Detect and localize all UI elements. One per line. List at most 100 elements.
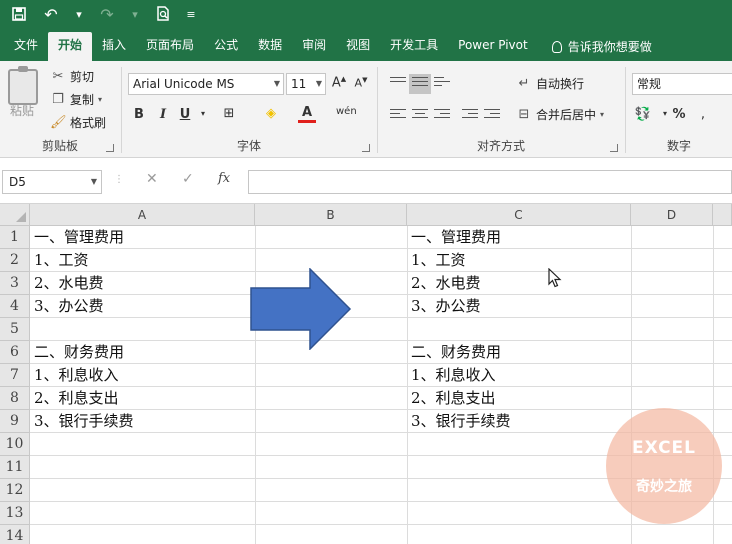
row-header[interactable]: 12 <box>0 479 30 502</box>
row-header[interactable]: 4 <box>0 295 30 318</box>
row-header[interactable]: 13 <box>0 502 30 525</box>
tab-data[interactable]: 数据 <box>248 32 292 61</box>
italic-button[interactable]: I <box>154 107 172 122</box>
row-header[interactable]: 11 <box>0 456 30 479</box>
row-header[interactable]: 10 <box>0 433 30 456</box>
row-header[interactable]: 6 <box>0 341 30 364</box>
select-all-button[interactable] <box>0 204 30 226</box>
paste-icon[interactable] <box>8 66 38 105</box>
column-header-e[interactable] <box>713 204 732 226</box>
cell-column-a[interactable]: 2、水电费 <box>30 272 255 295</box>
cell-column-a[interactable]: 一、管理费用 <box>30 226 255 249</box>
increase-font-icon[interactable]: A▲ <box>330 75 348 90</box>
redo-dropdown-icon[interactable]: ▾ <box>128 7 142 23</box>
row-header[interactable]: 14 <box>0 525 30 544</box>
row-header[interactable]: 8 <box>0 387 30 410</box>
enter-icon[interactable]: ✓ <box>182 171 194 187</box>
column-header-b[interactable]: B <box>255 204 407 226</box>
accounting-format-icon[interactable]: 💱 <box>634 107 652 122</box>
column-header-a[interactable]: A <box>30 204 255 226</box>
cell-column-c[interactable]: 一、管理费用 <box>407 226 631 249</box>
align-center-icon[interactable] <box>412 109 428 123</box>
paste-button[interactable]: 粘贴 <box>10 102 34 119</box>
fill-color-icon[interactable]: ◈ <box>262 106 280 121</box>
alignment-launcher-icon[interactable] <box>610 144 618 152</box>
align-left-icon[interactable] <box>390 109 406 123</box>
cell-column-a[interactable] <box>30 318 255 341</box>
row-header[interactable]: 7 <box>0 364 30 387</box>
bold-button[interactable]: B <box>130 107 148 122</box>
percent-button[interactable]: % <box>670 107 688 122</box>
font-launcher-icon[interactable] <box>362 144 370 152</box>
insert-function-icon[interactable]: fx <box>218 171 230 186</box>
align-middle-icon[interactable] <box>409 74 431 94</box>
row-header[interactable]: 9 <box>0 410 30 433</box>
ribbon-home: 粘贴 ✂ 剪切 ❐ 复制 ▾ 🖌 格式刷 剪贴板 Arial Unicode M… <box>0 61 732 158</box>
tab-formulas[interactable]: 公式 <box>204 32 248 61</box>
undo-dropdown-icon[interactable]: ▾ <box>72 7 86 23</box>
more-dots-icon: ⋮ <box>114 174 124 185</box>
mouse-cursor-icon <box>548 268 562 288</box>
customize-icon[interactable]: ≡ <box>184 7 198 23</box>
font-color-icon[interactable]: A <box>298 105 316 123</box>
column-header-c[interactable]: C <box>407 204 631 226</box>
row-header[interactable]: 1 <box>0 226 30 249</box>
cell-column-a[interactable]: 1、工资 <box>30 249 255 272</box>
undo-icon[interactable]: ↶ <box>40 7 62 23</box>
tab-review[interactable]: 审阅 <box>292 32 336 61</box>
column-header-d[interactable]: D <box>631 204 713 226</box>
decrease-font-icon[interactable]: A▼ <box>352 76 370 90</box>
tab-home[interactable]: 开始 <box>48 32 93 61</box>
copy-icon: ❐ <box>52 92 64 107</box>
font-size-select[interactable]: 11 ▼ <box>286 73 326 95</box>
wrap-text-button[interactable]: ↵ 自动换行 <box>516 75 584 92</box>
cell-column-c[interactable]: 1、工资 <box>407 249 631 272</box>
name-box[interactable]: D5 ▼ <box>2 170 102 194</box>
print-preview-icon[interactable] <box>152 6 174 24</box>
cell-column-c[interactable]: 3、办公费 <box>407 295 631 318</box>
tab-file[interactable]: 文件 <box>4 32 48 61</box>
font-name-select[interactable]: Arial Unicode MS ▼ <box>128 73 284 95</box>
decrease-indent-icon[interactable] <box>462 109 478 123</box>
cell-column-c[interactable]: 2、水电费 <box>407 272 631 295</box>
tab-power-pivot[interactable]: Power Pivot <box>448 32 538 61</box>
row-header[interactable]: 2 <box>0 249 30 272</box>
align-right-icon[interactable] <box>434 109 450 123</box>
cell-column-c[interactable]: 3、银行手续费 <box>407 410 631 433</box>
cell-column-c[interactable]: 1、利息收入 <box>407 364 631 387</box>
cell-column-c[interactable]: 二、财务费用 <box>407 341 631 364</box>
tab-developer[interactable]: 开发工具 <box>380 32 448 61</box>
cell-column-c[interactable] <box>407 318 631 341</box>
cut-button[interactable]: ✂ 剪切 <box>50 68 94 85</box>
cancel-icon[interactable]: ✕ <box>146 171 158 187</box>
cell-column-a[interactable]: 二、财务费用 <box>30 341 255 364</box>
comma-style-icon[interactable]: , <box>694 107 712 122</box>
increase-indent-icon[interactable] <box>484 109 500 123</box>
formula-input[interactable] <box>248 170 732 194</box>
copy-button[interactable]: ❐ 复制 ▾ <box>50 91 102 108</box>
underline-button[interactable]: U <box>176 107 194 122</box>
tell-me-box[interactable]: 告诉我你想要做 <box>538 32 652 61</box>
redo-icon[interactable]: ↷ <box>96 7 118 23</box>
borders-icon[interactable]: ⊞ <box>220 106 238 121</box>
format-painter-button[interactable]: 🖌 格式刷 <box>50 114 106 131</box>
save-icon[interactable] <box>8 6 30 24</box>
cell-column-a[interactable]: 3、银行手续费 <box>30 410 255 433</box>
phonetic-icon[interactable]: wén <box>336 106 357 117</box>
right-arrow-shape[interactable] <box>250 268 352 350</box>
clipboard-launcher-icon[interactable] <box>106 144 114 152</box>
row-header[interactable]: 3 <box>0 272 30 295</box>
tab-insert[interactable]: 插入 <box>92 32 136 61</box>
number-format-select[interactable]: 常规 <box>632 73 732 95</box>
tab-page-layout[interactable]: 页面布局 <box>136 32 204 61</box>
cell-column-c[interactable]: 2、利息支出 <box>407 387 631 410</box>
cell-column-a[interactable]: 2、利息支出 <box>30 387 255 410</box>
row-header[interactable]: 5 <box>0 318 30 341</box>
cell-column-a[interactable]: 3、办公费 <box>30 295 255 318</box>
tab-view[interactable]: 视图 <box>336 32 380 61</box>
cell-column-a[interactable]: 1、利息收入 <box>30 364 255 387</box>
merge-center-button[interactable]: ⊟ 合并后居中 ▾ <box>516 106 604 123</box>
orientation-icon[interactable] <box>434 77 450 91</box>
align-top-icon[interactable] <box>390 77 406 91</box>
underline-dropdown-icon[interactable]: ▾ <box>194 109 212 118</box>
